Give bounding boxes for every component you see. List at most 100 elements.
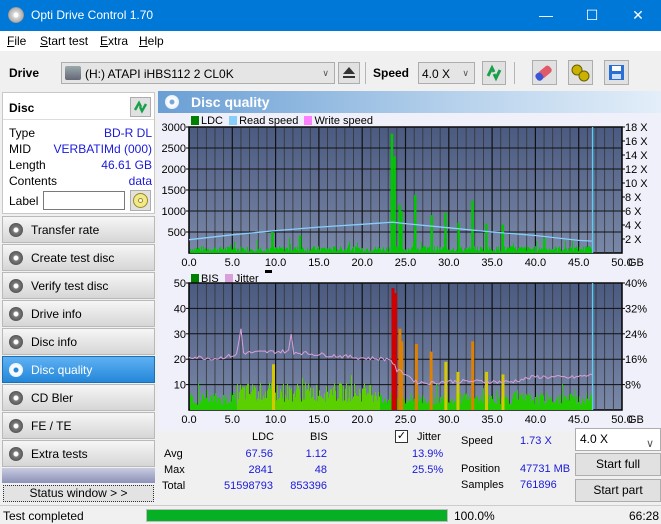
bis-bar — [265, 391, 266, 410]
ldc-bar — [244, 250, 245, 253]
bis-bar — [509, 403, 510, 410]
ldc-bar — [252, 249, 253, 253]
bis-bar — [385, 398, 386, 410]
settings-button[interactable] — [568, 60, 593, 85]
ldc-bar — [408, 248, 409, 253]
disc-label-button[interactable] — [130, 190, 151, 211]
bis-bar — [259, 399, 260, 410]
bis-bar — [283, 383, 284, 410]
bis-bar — [453, 404, 454, 410]
bis-bar — [368, 393, 369, 410]
menu-file-rest: ile — [14, 34, 27, 48]
bis-bar — [515, 392, 516, 410]
x-tick-label: 25.0 — [395, 414, 416, 426]
ldc-bar — [455, 251, 456, 253]
menu-file[interactable]: File — [7, 34, 26, 48]
bis-bar — [316, 384, 317, 410]
bis-bar — [450, 401, 451, 410]
bis-bar — [269, 382, 270, 410]
bis-bar — [573, 396, 574, 410]
speed-select[interactable]: 4.0 X ∨ — [418, 62, 475, 84]
ldc-bar — [281, 247, 282, 253]
ldc-bar — [417, 248, 418, 253]
close-button[interactable]: ✕ — [615, 0, 661, 31]
ldc-bar — [509, 247, 510, 253]
erase-button[interactable] — [532, 60, 557, 85]
ldc-bar — [454, 251, 455, 253]
chevron-down-icon: ∨ — [462, 68, 469, 78]
test-speed-select[interactable]: 4.0 X ∨ — [575, 428, 661, 451]
bis-spike — [394, 293, 398, 410]
ldc-bar — [232, 249, 233, 253]
y-left-tick-label: 1000 — [162, 206, 186, 218]
ldc-bar — [304, 251, 305, 253]
bis-bar — [498, 396, 499, 410]
ldc-bar — [215, 247, 216, 253]
bis-bar — [345, 388, 346, 410]
bis-bar — [571, 393, 572, 410]
bis-bar — [511, 404, 512, 410]
bis-bar — [298, 386, 299, 410]
bis-bar — [567, 399, 568, 410]
bis-bar — [454, 402, 455, 410]
ldc-bar — [268, 248, 269, 253]
minimize-button[interactable]: — — [523, 0, 569, 31]
nav-drive-info[interactable]: Drive info — [2, 300, 155, 327]
menu-extra[interactable]: Extra — [100, 34, 128, 48]
save-button[interactable] — [604, 60, 629, 85]
nav-disc-info[interactable]: Disc info — [2, 328, 155, 355]
bis-bar — [520, 395, 521, 410]
ldc-bar — [242, 247, 243, 253]
nav-verify-test-disc[interactable]: Verify test disc — [2, 272, 155, 299]
bis-bar — [548, 399, 549, 410]
disc-refresh-button[interactable] — [130, 97, 151, 117]
ldc-bar — [324, 247, 325, 253]
ldc-bar — [288, 250, 289, 253]
menu-start-test[interactable]: Start test — [40, 34, 88, 48]
nav-disc-quality[interactable]: Disc quality — [2, 356, 155, 383]
ldc-bar — [573, 250, 574, 253]
x-tick-label: 5.0 — [225, 257, 240, 269]
jitter-checkbox[interactable]: ✓ — [395, 430, 408, 443]
bis-bar — [258, 391, 259, 410]
x-tick-label: 25.0 — [395, 257, 416, 269]
ldc-bar — [574, 247, 575, 253]
bis-bar — [304, 399, 305, 410]
bis-bar — [482, 403, 483, 410]
refresh-icon — [133, 100, 148, 114]
bis-bar — [466, 393, 467, 410]
bis-bar — [364, 383, 365, 410]
status-window-button[interactable]: Status window > > — [3, 485, 154, 502]
ldc-bar — [238, 248, 239, 253]
maximize-button[interactable]: ☐ — [569, 0, 615, 31]
start-part-button[interactable]: Start part — [575, 479, 661, 502]
bis-bar — [346, 382, 347, 410]
bis-bar — [518, 399, 519, 410]
ldc-bar — [556, 247, 557, 253]
nav-create-test-disc[interactable]: Create test disc — [2, 244, 155, 271]
label-input[interactable] — [43, 191, 125, 210]
nav-transfer-rate[interactable]: Transfer rate — [2, 216, 155, 243]
ldc-bar — [260, 247, 261, 253]
ldc-bar — [311, 248, 312, 253]
nav-extra-tests[interactable]: Extra tests — [2, 440, 155, 467]
nav-cd-bler[interactable]: CD Bler — [2, 384, 155, 411]
bis-avg: 1.12 — [305, 448, 327, 460]
ldc-bar — [460, 248, 461, 253]
bis-bar — [327, 391, 328, 410]
nav-fe-te[interactable]: FE / TE — [2, 412, 155, 439]
ldc-bar — [452, 249, 453, 253]
eject-button[interactable] — [338, 62, 360, 84]
refresh-drive-button[interactable] — [482, 61, 506, 85]
bis-total: 853396 — [290, 480, 327, 492]
ldc-spike — [501, 224, 504, 253]
ldc-bar — [421, 241, 422, 253]
start-full-button[interactable]: Start full — [575, 453, 661, 476]
ldc-bar — [511, 246, 512, 253]
menu-help[interactable]: Help — [139, 34, 164, 48]
ldc-bar — [522, 247, 523, 253]
drive-select[interactable]: (H:) ATAPI iHBS112 2 CL0K ∨ — [61, 62, 335, 84]
create-disc-icon — [9, 251, 23, 265]
bis-bar — [311, 398, 312, 410]
ldc-bar — [494, 250, 495, 253]
